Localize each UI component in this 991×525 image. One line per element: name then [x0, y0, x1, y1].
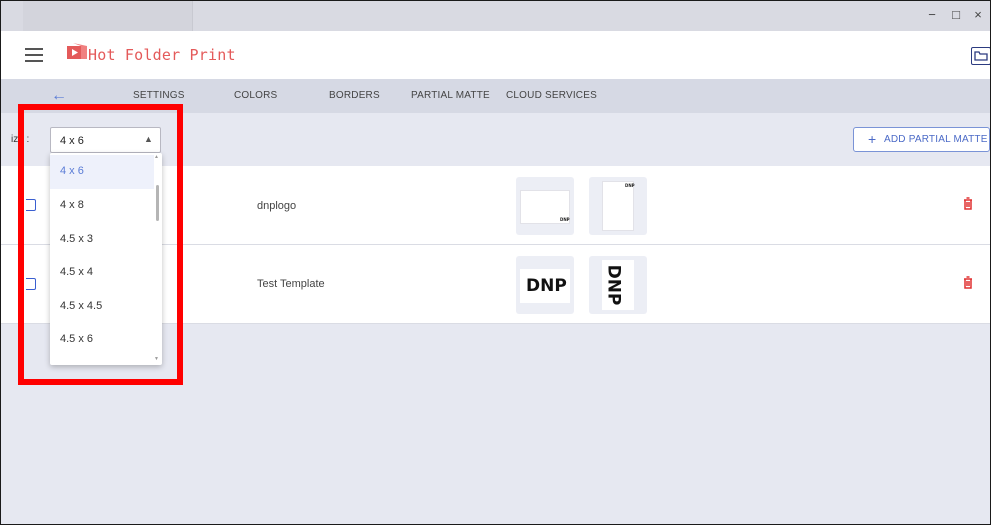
window-tab	[23, 1, 193, 31]
size-option[interactable]: 4.5 x 6	[50, 323, 154, 357]
settings-tabs: ← SETTINGS COLORS BORDERS PARTIAL MATTE …	[1, 79, 990, 113]
scroll-down-icon[interactable]: ▼	[154, 356, 159, 362]
size-option[interactable]: 4.5 x 3	[50, 223, 154, 257]
size-option[interactable]: 4.5 x 4.5	[50, 290, 154, 324]
app-header: Hot Folder Print	[1, 31, 990, 79]
tab-cloud-services[interactable]: CLOUD SERVICES	[506, 90, 597, 101]
menu-icon[interactable]	[25, 48, 43, 62]
size-option[interactable]: 4 x 8	[50, 189, 154, 223]
delete-icon[interactable]	[963, 197, 973, 213]
open-folder-icon[interactable]	[971, 47, 990, 65]
row-checkbox[interactable]	[26, 199, 36, 211]
close-button[interactable]: ×	[967, 7, 989, 22]
size-select-value: 4 x 6	[60, 135, 84, 147]
landscape-thumbnail[interactable]: DNP	[516, 256, 574, 314]
maximize-button[interactable]: □	[945, 7, 967, 22]
minimize-button[interactable]: −	[921, 7, 943, 22]
landscape-thumbnail[interactable]: DNP	[516, 177, 574, 235]
plus-icon: +	[868, 131, 877, 147]
dropdown-scrollbar[interactable]	[156, 185, 159, 221]
dnp-logo-text: DNP	[526, 276, 567, 296]
template-name: dnplogo	[257, 200, 297, 212]
thumbnail-mark: DNP	[625, 183, 635, 188]
hot-folder-logo-icon	[67, 43, 87, 59]
delete-icon[interactable]	[963, 276, 973, 292]
add-partial-matte-button[interactable]: + ADD PARTIAL MATTE	[853, 127, 990, 152]
size-dropdown-menu: 4 x 6 4 x 8 4.5 x 3 4.5 x 4 4.5 x 4.5 4.…	[50, 153, 162, 365]
template-name: Test Template	[257, 278, 325, 290]
dnp-logo-text: DNP	[603, 264, 624, 306]
size-label: ize :	[11, 134, 30, 145]
portrait-thumbnail[interactable]: DNP	[589, 177, 647, 235]
back-arrow-icon[interactable]: ←	[51, 87, 67, 105]
row-checkbox[interactable]	[26, 278, 36, 290]
tab-colors[interactable]: COLORS	[234, 90, 277, 101]
thumbnail-mark: DNP	[560, 217, 570, 222]
tab-borders[interactable]: BORDERS	[329, 90, 380, 101]
caret-up-icon: ▲	[144, 134, 153, 144]
scroll-up-icon[interactable]: ▲	[154, 154, 159, 160]
app-title: Hot Folder Print	[88, 46, 236, 64]
size-option[interactable]: 4 x 6	[50, 155, 154, 189]
portrait-thumbnail[interactable]: DNP	[589, 256, 647, 314]
tab-settings[interactable]: SETTINGS	[133, 90, 185, 101]
size-option[interactable]: 4.5 x 4	[50, 256, 154, 290]
title-bar: − □ ×	[1, 1, 990, 31]
tab-partial-matte[interactable]: PARTIAL MATTE	[411, 90, 490, 101]
app-window: − □ × Hot Folder Print ← SETTINGS COLORS…	[0, 0, 991, 525]
add-partial-matte-label: ADD PARTIAL MATTE	[884, 134, 988, 145]
size-select[interactable]: 4 x 6 ▲	[50, 127, 161, 153]
